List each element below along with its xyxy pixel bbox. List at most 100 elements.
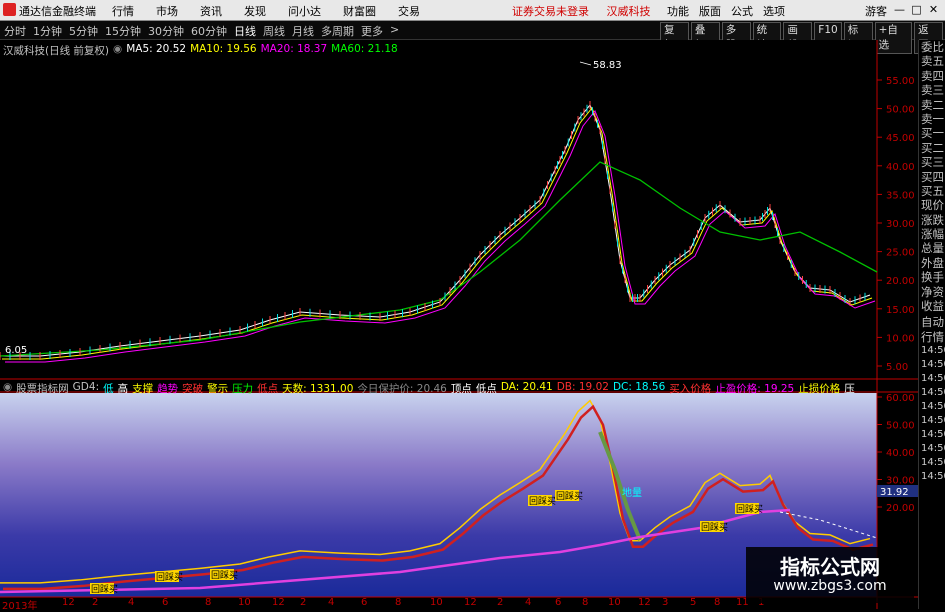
indicator-item: 低点 [475,383,497,395]
buy-label: 回踩买 [156,572,183,583]
menu-item[interactable]: 行情 [112,3,134,19]
buy-label: 回踩买 [211,570,238,581]
quote-tab[interactable]: 涨跌 [919,213,945,227]
minimize-icon[interactable]: — [893,3,906,16]
x-axis-label: 12 [272,597,285,608]
period-tab[interactable]: 1分钟 [33,23,62,39]
watermark-url: www.zbgs3.com [773,578,887,594]
buy-label: 回踩买 [556,491,583,502]
menu-item[interactable]: 问小达 [288,3,321,19]
period-toolbar: 分时1分钟5分钟15分钟30分钟60分钟日线周线月线多周期更多> 复权叠加多股统… [0,21,945,54]
ma-value: MA60: 21.18 [331,43,398,55]
price-tick-label: 55.00 [886,76,915,87]
quote-tab[interactable]: 涨幅 [919,227,945,241]
app-logo-icon [3,3,16,16]
indicator-item: GD4: [72,381,100,393]
period-tab[interactable]: 更多 [361,23,383,39]
quote-tab[interactable]: 总量 [919,241,945,255]
x-axis-label: 6 [162,597,169,608]
quote-tab[interactable]: 卖四 [919,69,945,83]
x-axis-label: 8 [395,597,402,608]
quote-tab[interactable]: 卖一 [919,112,945,126]
indicator-item: 支撑 [132,383,154,395]
quote-tab[interactable]: 现价 [919,198,945,212]
quote-tab[interactable]: 换手 [919,270,945,284]
guest-label[interactable]: 游客 [865,3,887,19]
indicator-item: 止损价格 [798,383,841,395]
login-notice[interactable]: 证券交易未登录 [512,5,589,18]
price-y-ticks: 55.00 50.00 45.00 40.00 35.00 30.00 25.00 20.00… [877,76,915,373]
quote-tab[interactable]: 买五 [919,184,945,198]
x-axis-label: 5 [690,597,697,608]
quote-tab[interactable]: 买二 [919,141,945,155]
tick-time: 14:50 [921,471,945,483]
right-menu-item[interactable]: 版面 [699,3,721,19]
more-arrow-icon[interactable]: > [390,23,399,39]
price-tick-label: 20.00 [886,276,915,287]
maximize-icon[interactable]: □ [910,3,923,16]
x-axis-label: 12 [62,597,75,608]
period-tab[interactable]: 日线 [234,23,256,39]
chart-area[interactable]: 55.0050.0045.0040.0035.0030.0025.0020.00… [0,40,918,609]
indicator-item: 天数: 1331.00 [282,383,354,395]
quote-tab[interactable]: 委比 [919,40,945,54]
right-menu-item[interactable]: 公式 [731,3,753,19]
main-menu: 行情 市场 资讯 发现 问小达 财富圈 交易 [112,3,420,19]
quote-tab[interactable]: 卖五 [919,54,945,68]
tick-time: 14:50 [921,401,945,413]
menu-item[interactable]: 市场 [156,3,178,19]
auto-tab[interactable]: 行情 [919,330,945,344]
notice-bar[interactable]: 证券交易未登录 汉威科技 [512,3,651,19]
indicator-item: 顶点 [450,383,472,395]
right-menu-item[interactable]: 功能 [667,3,689,19]
tick-time: 14:50 [921,387,945,399]
quote-tab[interactable]: 外盘 [919,256,945,270]
price-tick-label: 15.00 [886,305,915,316]
price-tick-label: 25.00 [886,248,915,259]
period-tab[interactable]: 5分钟 [69,23,98,39]
menu-item[interactable]: 资讯 [200,3,222,19]
tick-time: 14:50 [921,359,945,371]
buy-label: 回踩买 [529,496,556,507]
period-tab[interactable]: 多周期 [321,23,354,39]
auto-tabs: 自动 行情 [919,315,945,344]
buy-label: 回踩买 [736,504,763,515]
auto-tab[interactable]: 自动 [919,315,945,329]
quote-tab[interactable]: 卖三 [919,83,945,97]
indicator-item: DC: 18.56 [612,381,666,393]
price-tick-label: 45.00 [886,133,915,144]
quote-tab[interactable]: 买三 [919,155,945,169]
x-axis-label: 6 [555,597,562,608]
current-value: 31.92 [880,487,909,498]
high-price-label: 58.83 [593,60,622,71]
indicator-info-line: ◉ 股票指标网 GD4: 低高支撑 趋势 突破 警示 压力 低点 天数: 1331.00 今日保… [3,381,855,396]
period-tab[interactable]: 周线 [263,23,285,39]
x-axis-label: 8 [714,597,721,608]
indicator-item: 压力 [232,383,254,395]
title-bar: 通达信金融终端 行情 市场 资讯 发现 问小达 财富圈 交易 证券交易未登录 汉威科技 功能… [0,0,945,21]
quote-tab[interactable]: 卖二 [919,98,945,112]
indicator-settings-icon[interactable]: ◉ [3,381,12,396]
quote-tab[interactable]: 净资 [919,285,945,299]
right-menu-item[interactable]: 选项 [763,3,785,19]
menu-item[interactable]: 财富圈 [343,3,376,19]
period-tab[interactable]: 分时 [4,23,26,39]
indicator-item: 低点 [257,383,279,395]
menu-item[interactable]: 发现 [244,3,266,19]
indicator-name[interactable]: 股票指标网 [16,381,69,396]
period-tab[interactable]: 15分钟 [105,23,141,39]
x-axis-label: 12 [464,597,477,608]
settings-icon[interactable]: ◉ [113,43,122,58]
quote-tab[interactable]: 买一 [919,126,945,140]
indicator-item: 止盈价格: 19.25 [715,383,795,395]
quote-tab[interactable]: 买四 [919,170,945,184]
period-tab[interactable]: 60分钟 [191,23,227,39]
period-tab[interactable]: 30分钟 [148,23,184,39]
ma-value: MA20: 18.37 [260,43,328,55]
quote-tab[interactable]: 收益 [919,299,945,313]
menu-item[interactable]: 交易 [398,3,420,19]
ma-value: MA10: 19.56 [190,43,257,55]
period-tab[interactable]: 月线 [292,23,314,39]
x-axis-label: 4 [128,597,135,608]
close-icon[interactable]: ✕ [927,3,940,16]
